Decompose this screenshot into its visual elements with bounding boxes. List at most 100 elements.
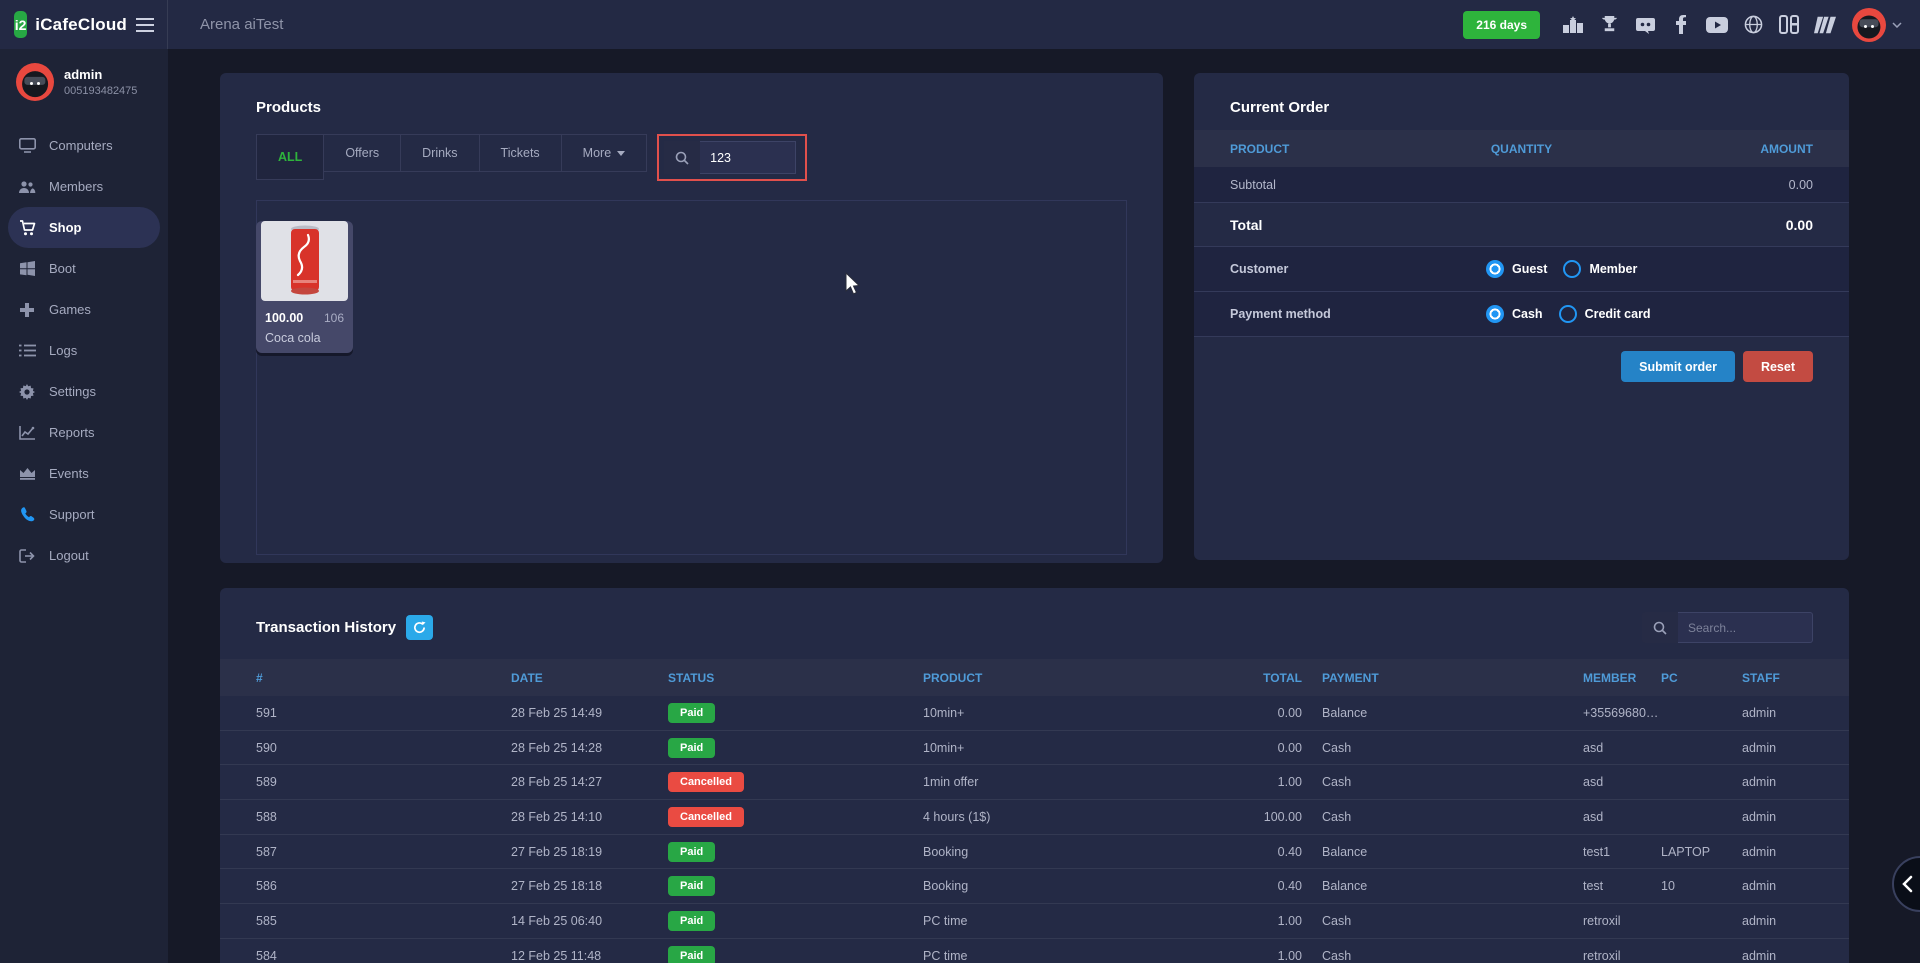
customer-option-member[interactable]: Member <box>1563 260 1637 278</box>
column-header-staff[interactable]: STAFF <box>1742 671 1813 685</box>
chevron-down-icon[interactable] <box>1892 22 1902 28</box>
brand-area: i2 iCafeCloud <box>0 0 168 49</box>
cell-status: Cancelled <box>668 772 923 792</box>
transaction-row-588[interactable]: 58828 Feb 25 14:10Cancelled4 hours (1$)1… <box>220 800 1849 835</box>
cell-product: 10min+ <box>923 741 1213 755</box>
globe-icon[interactable] <box>1742 14 1764 36</box>
cell-staff: admin <box>1742 845 1813 859</box>
search-icon <box>664 141 700 174</box>
list-icon <box>18 344 36 357</box>
radio-label: Cash <box>1512 307 1543 321</box>
payment-option-cash[interactable]: Cash <box>1486 305 1543 323</box>
tab-all[interactable]: ALL <box>256 134 324 180</box>
column-header-status[interactable]: STATUS <box>668 671 923 685</box>
payment-option-credit-card[interactable]: Credit card <box>1559 305 1651 323</box>
column-header-date[interactable]: DATE <box>511 671 668 685</box>
license-days-badge[interactable]: 216 days <box>1463 11 1540 39</box>
submit-order-button[interactable]: Submit order <box>1621 351 1735 382</box>
transaction-row-590[interactable]: 59028 Feb 25 14:28Paid10min+0.00Cashasda… <box>220 731 1849 766</box>
customer-option-guest[interactable]: Guest <box>1486 260 1547 278</box>
cell-status: Cancelled <box>668 807 923 827</box>
cell-product: Booking <box>923 879 1213 893</box>
cell-payment: Cash <box>1322 914 1583 928</box>
current-order-panel: Current Order PRODUCT QUANTITY AMOUNT Su… <box>1194 73 1849 560</box>
product-name: Coca cola <box>265 331 344 345</box>
radio-selected-icon[interactable] <box>1486 260 1504 278</box>
sidebar-item-reports[interactable]: Reports <box>0 412 168 453</box>
column-header-member[interactable]: MEMBER <box>1583 671 1661 685</box>
sidebar-item-logs[interactable]: Logs <box>0 330 168 371</box>
radio-unselected-icon[interactable] <box>1563 260 1581 278</box>
sidebar-item-label: Shop <box>49 220 82 235</box>
sidebar-item-logout[interactable]: Logout <box>0 535 168 576</box>
cell-member: test1 <box>1583 845 1661 859</box>
cell-product: PC time <box>923 949 1213 963</box>
column-header-total[interactable]: TOTAL <box>1213 671 1322 685</box>
sidebar-item-boot[interactable]: Boot <box>0 248 168 289</box>
tab-offers[interactable]: Offers <box>324 134 401 172</box>
refresh-button[interactable] <box>406 615 433 640</box>
sidebar-item-members[interactable]: Members <box>0 166 168 207</box>
collapse-panel-button[interactable] <box>1892 856 1920 912</box>
cell-id: 585 <box>256 914 511 928</box>
cell-total: 0.40 <box>1213 845 1322 859</box>
user-avatar[interactable] <box>1852 8 1886 42</box>
transaction-history-panel: Transaction History #DATESTATUSPRODUCTTO… <box>220 588 1849 963</box>
cell-payment: Cash <box>1322 775 1583 789</box>
tab-drinks[interactable]: Drinks <box>401 134 479 172</box>
status-badge: Paid <box>668 842 715 862</box>
transaction-row-587[interactable]: 58727 Feb 25 18:19PaidBooking0.40Balance… <box>220 835 1849 870</box>
cell-member: retroxil <box>1583 949 1661 963</box>
icafe-icon[interactable] <box>1778 14 1800 36</box>
sidebar-item-label: Computers <box>49 138 113 153</box>
radio-unselected-icon[interactable] <box>1559 305 1577 323</box>
sidebar-item-label: Members <box>49 179 103 194</box>
products-tabs: ALLOffersDrinksTicketsMore <box>256 134 1127 180</box>
sidebar-item-shop[interactable]: Shop <box>8 207 160 248</box>
products-search-input[interactable] <box>700 141 796 174</box>
column-header-payment[interactable]: PAYMENT <box>1322 671 1583 685</box>
column-header--[interactable]: # <box>256 671 511 685</box>
transaction-row-591[interactable]: 59128 Feb 25 14:49Paid10min+0.00Balance+… <box>220 696 1849 731</box>
sidebar-item-settings[interactable]: Settings <box>0 371 168 412</box>
cell-product: 4 hours (1$) <box>923 810 1213 824</box>
youtube-icon[interactable] <box>1706 14 1728 36</box>
tab-more[interactable]: More <box>562 134 647 172</box>
transactions-search-input[interactable] <box>1678 612 1813 643</box>
trophy-icon[interactable] <box>1598 14 1620 36</box>
reset-button[interactable]: Reset <box>1743 351 1813 382</box>
cell-id: 588 <box>256 810 511 824</box>
transaction-row-586[interactable]: 58627 Feb 25 18:18PaidBooking0.40Balance… <box>220 869 1849 904</box>
cell-date: 28 Feb 25 14:27 <box>511 775 668 789</box>
column-header-product[interactable]: PRODUCT <box>923 671 1213 685</box>
sidebar-item-events[interactable]: Events <box>0 453 168 494</box>
cell-product: Booking <box>923 845 1213 859</box>
gizmo-icon[interactable] <box>1814 14 1836 36</box>
product-card-coca-cola[interactable]: 100.00106Coca cola <box>256 221 353 353</box>
column-header-pc[interactable]: PC <box>1661 671 1742 685</box>
facebook-icon[interactable] <box>1670 14 1692 36</box>
transaction-row-585[interactable]: 58514 Feb 25 06:40PaidPC time1.00Cashret… <box>220 904 1849 939</box>
cart-icon <box>18 220 36 236</box>
transaction-row-589[interactable]: 58928 Feb 25 14:27Cancelled1min offer1.0… <box>220 765 1849 800</box>
status-badge: Paid <box>668 876 715 896</box>
radio-selected-icon[interactable] <box>1486 305 1504 323</box>
discord-icon[interactable] <box>1634 14 1656 36</box>
hamburger-menu-icon[interactable] <box>135 17 155 33</box>
tab-tickets[interactable]: Tickets <box>480 134 562 172</box>
customer-label: Customer <box>1230 262 1486 276</box>
caret-down-icon <box>617 151 625 156</box>
cell-staff: admin <box>1742 914 1813 928</box>
cell-payment: Balance <box>1322 706 1583 720</box>
search-icon <box>1642 612 1678 643</box>
sidebar-item-games[interactable]: Games <box>0 289 168 330</box>
cell-member: +35569680… <box>1583 706 1661 720</box>
sidebar-user-id: 005193482475 <box>64 85 137 97</box>
sidebar-item-support[interactable]: Support <box>0 494 168 535</box>
sidebar-item-computers[interactable]: Computers <box>0 125 168 166</box>
ranking-icon[interactable] <box>1562 14 1584 36</box>
user-menu[interactable] <box>1852 8 1902 42</box>
customer-row: Customer Guest Member <box>1194 247 1849 292</box>
sidebar-user-block[interactable]: admin 005193482475 <box>0 49 168 115</box>
transaction-row-584[interactable]: 58412 Feb 25 11:48PaidPC time1.00Cashret… <box>220 939 1849 963</box>
